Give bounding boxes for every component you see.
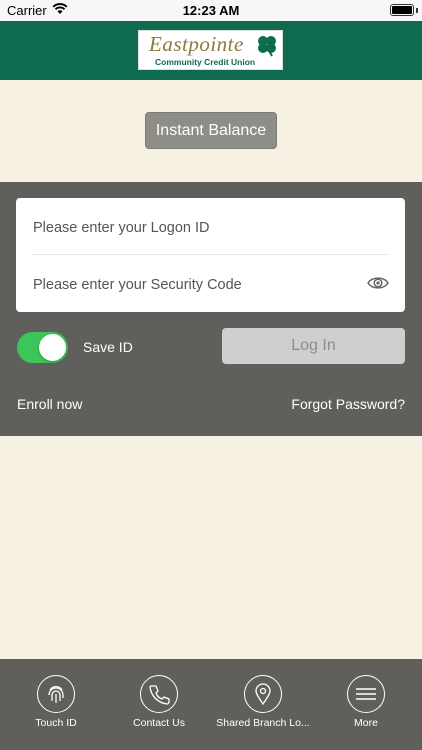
- fingerprint-icon: [37, 675, 75, 713]
- credit-union-logo: Eastpointe Community Credit Union: [138, 30, 283, 70]
- logo-name: Eastpointe: [149, 32, 244, 56]
- enroll-now-link[interactable]: Enroll now: [17, 396, 82, 412]
- nav-label: Shared Branch Lo...: [216, 717, 310, 729]
- nav-touch-id[interactable]: Touch ID: [0, 659, 112, 750]
- log-in-button[interactable]: Log In: [222, 328, 405, 364]
- battery-icon: [390, 4, 414, 16]
- credentials-card: Please enter your Logon ID Please enter …: [16, 198, 405, 312]
- nav-more[interactable]: More: [310, 659, 422, 750]
- phone-icon: [140, 675, 178, 713]
- nav-shared-branch[interactable]: Shared Branch Lo...: [208, 659, 318, 750]
- logon-id-input[interactable]: Please enter your Logon ID: [33, 214, 389, 242]
- clover-icon: [258, 36, 276, 57]
- nav-label: More: [354, 717, 378, 729]
- save-id-toggle[interactable]: [17, 332, 68, 363]
- security-code-input[interactable]: Please enter your Security Code: [33, 271, 389, 299]
- nav-contact-us[interactable]: Contact Us: [106, 659, 212, 750]
- nav-label: Contact Us: [133, 717, 185, 729]
- save-id-label: Save ID: [83, 339, 133, 355]
- menu-icon: [347, 675, 385, 713]
- app-header: Eastpointe Community Credit Union: [0, 21, 422, 80]
- logo-subtitle: Community Credit Union: [155, 57, 256, 67]
- instant-balance-button[interactable]: Instant Balance: [145, 112, 277, 149]
- forgot-password-link[interactable]: Forgot Password?: [291, 396, 405, 412]
- instant-balance-area: Instant Balance: [0, 80, 422, 182]
- map-pin-icon: [244, 675, 282, 713]
- login-panel: Please enter your Logon ID Please enter …: [0, 182, 422, 436]
- field-divider: [33, 254, 389, 255]
- status-bar: Carrier 12:23 AM: [0, 0, 422, 21]
- nav-label: Touch ID: [35, 717, 77, 729]
- toggle-knob: [39, 334, 66, 361]
- bottom-nav: Touch ID Contact Us Shared Branch Lo... …: [0, 659, 422, 750]
- battery-fill: [392, 6, 412, 14]
- status-time: 12:23 AM: [182, 3, 240, 18]
- eye-icon[interactable]: [367, 275, 389, 291]
- battery-nub: [416, 8, 418, 13]
